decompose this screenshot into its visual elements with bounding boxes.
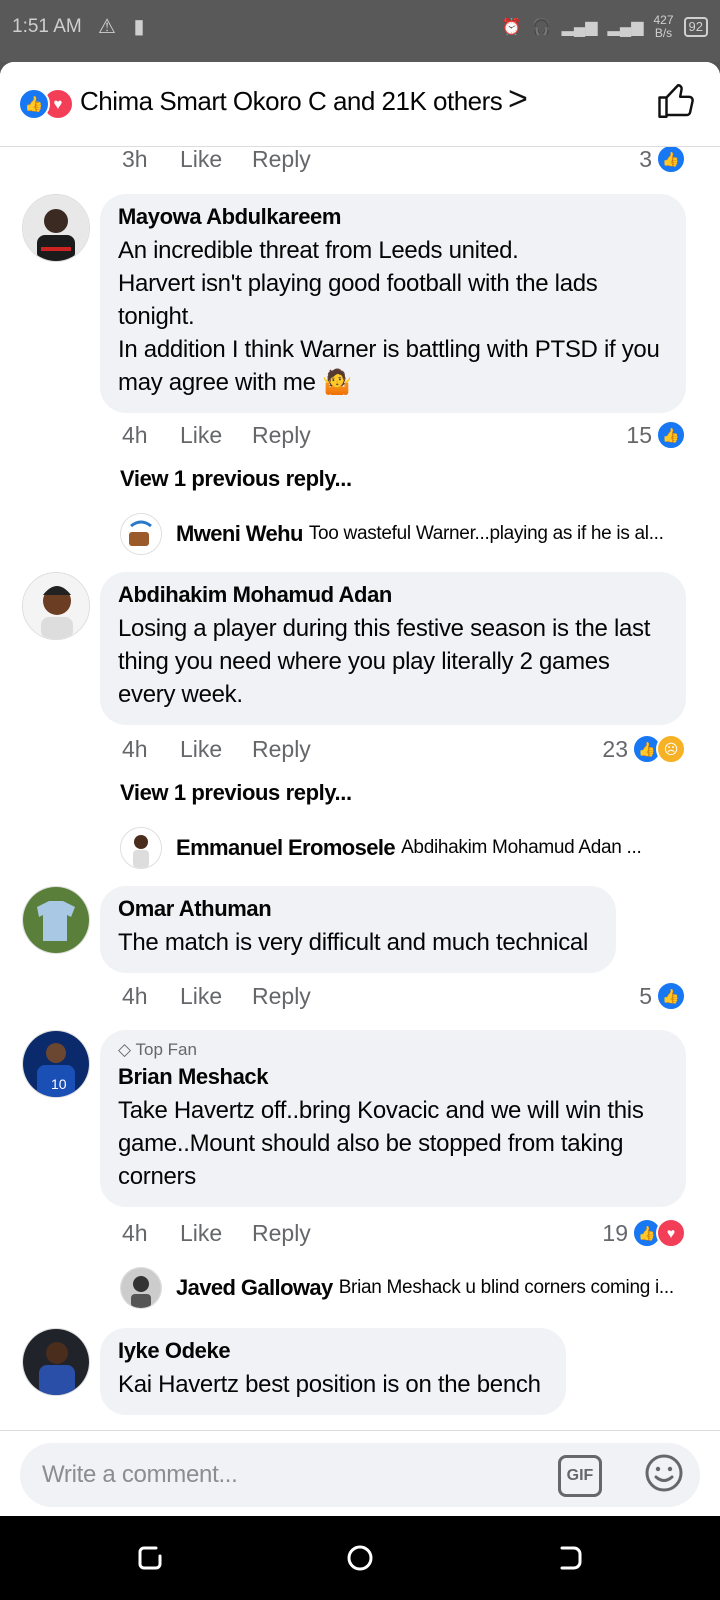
like-reaction-icon: 👍 (18, 88, 50, 120)
thumbs-up-icon[interactable] (656, 80, 698, 122)
reply-preview[interactable]: Mweni Wehu Too wasteful Warner...playing… (120, 512, 690, 556)
comment-text: Losing a player during this festive seas… (118, 615, 651, 708)
comments-sheet: 👍 ♥ Chima Smart Okoro C and 21K others >… (0, 62, 720, 1516)
avatar[interactable] (22, 572, 90, 640)
reply-text: Brian Meshack u blind corners coming i..… (338, 1277, 674, 1298)
reply-button[interactable]: Reply (252, 981, 311, 1011)
reactors-summary[interactable]: Chima Smart Okoro C and 21K others (80, 86, 503, 117)
like-reaction-icon: 👍 (656, 981, 686, 1011)
reply-text: Abdihakim Mohamud Adan ... (401, 837, 642, 858)
reaction-icons: 👍 ♥ (18, 88, 74, 120)
svg-text:10: 10 (51, 1076, 67, 1092)
comments-list: 3h Like Reply 3 👍 Mayowa Abdulkareem An … (0, 146, 720, 1446)
view-previous-replies[interactable]: View 1 previous reply... (120, 466, 352, 492)
reply-preview[interactable]: Javed Galloway Brian Meshack u blind cor… (120, 1266, 690, 1310)
sad-reaction-icon: ☹ (656, 734, 686, 764)
reaction-count[interactable]: 3 👍 (639, 146, 686, 174)
reply-button[interactable]: Reply (252, 734, 311, 764)
comment-meta: 3h Like Reply (122, 146, 311, 174)
comment-text: Take Havertz off..bring Kovacic and we w… (118, 1097, 644, 1190)
comment-time: 4h (122, 1220, 148, 1246)
comment-text: Kai Havertz best position is on the benc… (118, 1371, 541, 1398)
reaction-count[interactable]: 23 👍 ☹ (602, 734, 686, 764)
reply-author[interactable]: Mweni Wehu (176, 521, 303, 547)
comment-author[interactable]: Mayowa Abdulkareem (118, 204, 666, 230)
emoji-icon[interactable] (644, 1453, 684, 1493)
chevron-right-icon[interactable]: > (508, 80, 528, 119)
comment-bubble[interactable]: Abdihakim Mohamud Adan Losing a player d… (100, 572, 686, 725)
reaction-count[interactable]: 5 👍 (639, 981, 686, 1011)
signal-icon: ▂▄▆ (561, 19, 598, 36)
comment-bubble[interactable]: Mayowa Abdulkareem An incredible threat … (100, 194, 686, 413)
status-time: 1:51 AM (12, 16, 82, 37)
reply-author[interactable]: Javed Galloway (176, 1275, 333, 1301)
gif-button[interactable]: GIF (558, 1455, 602, 1497)
comment-time: 4h (122, 983, 148, 1009)
net-speed: 427 B/s (653, 13, 674, 40)
like-button[interactable]: Like (180, 734, 222, 764)
status-bar: 1:51 AM ⚠ ▮ ⏰ 🎧 ▂▄▆ ▂▄▆ 427 B/s 92 (0, 0, 720, 62)
comment-author[interactable]: Brian Meshack (118, 1064, 666, 1090)
like-button[interactable]: Like (180, 420, 222, 450)
diamond-icon: ◇ (118, 1040, 132, 1059)
reaction-count[interactable]: 19 👍 ♥ (602, 1218, 686, 1248)
reply-button[interactable]: Reply (252, 1218, 311, 1248)
avatar[interactable] (120, 827, 162, 869)
alarm-icon: ⏰ (501, 19, 522, 36)
comment-composer: Write a comment... GIF (0, 1430, 720, 1516)
battery-icon: 92 (683, 17, 708, 37)
recents-icon[interactable] (134, 1542, 166, 1574)
comment-meta: 4h Like Reply (122, 734, 311, 764)
reply-preview[interactable]: Emmanuel Eromosele Abdihakim Mohamud Ada… (120, 826, 690, 870)
comment-time: 3h (122, 146, 148, 172)
comment-meta: 4h Like Reply (122, 981, 311, 1011)
reaction-count[interactable]: 15 👍 (626, 420, 686, 450)
avatar[interactable]: 10 (22, 1030, 90, 1098)
comment-time: 4h (122, 422, 148, 448)
comment-text: The match is very difficult and much tec… (118, 929, 588, 956)
like-button[interactable]: Like (180, 146, 222, 174)
signal-icon-2: ▂▄▆ (607, 19, 644, 36)
comment-bubble[interactable]: Iyke Odeke Kai Havertz best position is … (100, 1328, 566, 1415)
like-button[interactable]: Like (180, 981, 222, 1011)
reply-button[interactable]: Reply (252, 420, 311, 450)
system-nav-bar (0, 1516, 720, 1600)
home-icon[interactable] (344, 1542, 376, 1574)
reply-text: Too wasteful Warner...playing as if he i… (308, 523, 664, 544)
headset-icon: 🎧 (531, 19, 552, 36)
reply-author[interactable]: Emmanuel Eromosele (176, 835, 396, 861)
comment-text: An incredible threat from Leeds united. … (118, 237, 660, 396)
like-reaction-icon: 👍 (656, 420, 686, 450)
notification-icons: ⚠ ▮ (98, 16, 151, 38)
reactions-header[interactable]: 👍 ♥ Chima Smart Okoro C and 21K others > (0, 62, 720, 147)
love-reaction-icon: ♥ (656, 1218, 686, 1248)
reply-button[interactable]: Reply (252, 146, 311, 174)
comment-meta: 4h Like Reply (122, 420, 311, 450)
comment-author[interactable]: Omar Athuman (118, 896, 596, 922)
avatar[interactable] (22, 1328, 90, 1396)
comment-author[interactable]: Iyke Odeke (118, 1338, 546, 1364)
avatar[interactable] (120, 513, 162, 555)
back-icon[interactable] (554, 1542, 586, 1574)
comment-author[interactable]: Abdihakim Mohamud Adan (118, 582, 666, 608)
comment-input[interactable]: Write a comment... GIF (20, 1443, 700, 1507)
like-reaction-icon: 👍 (656, 146, 686, 174)
comment-meta: 4h Like Reply (122, 1218, 311, 1248)
avatar[interactable] (22, 886, 90, 954)
comment-placeholder: Write a comment... (42, 1461, 238, 1488)
comment-bubble[interactable]: ◇ Top Fan Brian Meshack Take Havertz off… (100, 1030, 686, 1207)
comment-time: 4h (122, 736, 148, 762)
comment-bubble[interactable]: Omar Athuman The match is very difficult… (100, 886, 616, 973)
like-button[interactable]: Like (180, 1218, 222, 1248)
avatar[interactable] (22, 194, 90, 262)
view-previous-replies[interactable]: View 1 previous reply... (120, 780, 352, 806)
top-fan-badge: ◇ Top Fan (118, 1040, 197, 1059)
status-right-icons: ⏰ 🎧 ▂▄▆ ▂▄▆ 427 B/s 92 (502, 14, 708, 40)
avatar[interactable] (120, 1267, 162, 1309)
